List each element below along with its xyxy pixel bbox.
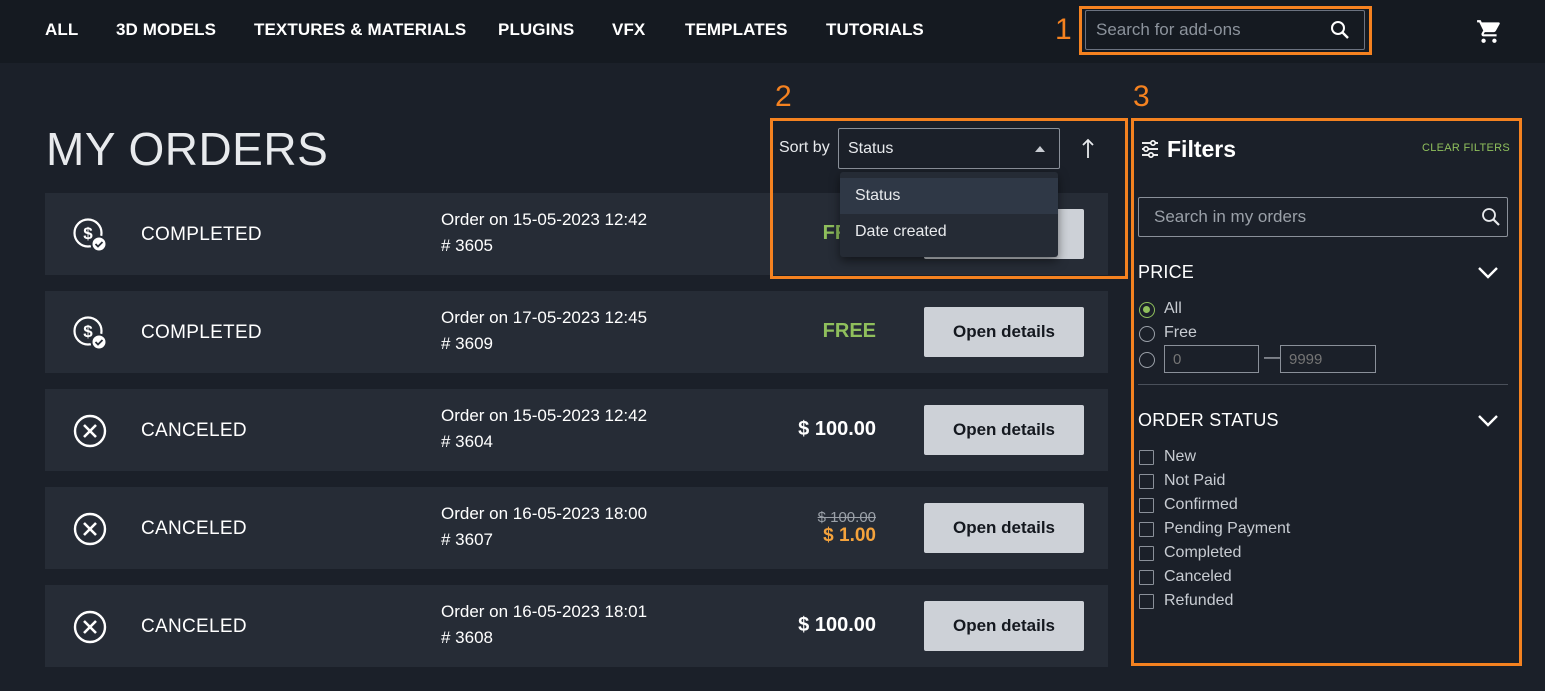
order-number: # 3604 [441, 432, 493, 451]
nav-item-plugins[interactable]: PLUGINS [498, 20, 574, 40]
order-status: COMPLETED [141, 322, 262, 343]
nav-item-templates[interactable]: TEMPLATES [685, 20, 788, 40]
chevron-down-icon[interactable] [1477, 266, 1499, 280]
order-row: CANCELED Order on 16-05-2023 18:00 # 360… [45, 487, 1108, 569]
chevron-down-icon[interactable] [1477, 414, 1499, 428]
annotation-number-2: 2 [775, 80, 792, 113]
filters-title: Filters [1167, 136, 1237, 162]
cancel-circle-icon [73, 610, 107, 644]
status-option-label: Completed [1164, 544, 1242, 561]
nav-item-textures-materials[interactable]: TEXTURES & MATERIALS [254, 20, 466, 40]
order-date: Order on 16-05-2023 18:00 [441, 504, 648, 523]
order-price: FREE [822, 320, 876, 342]
nav-item-3d-models[interactable]: 3D MODELS [116, 20, 216, 40]
annotation-box-1 [1079, 6, 1372, 55]
order-number: # 3607 [441, 530, 493, 549]
clear-filters-link[interactable]: CLEAR FILTERS [1422, 142, 1510, 154]
section-divider [1138, 384, 1508, 385]
order-status: CANCELED [141, 420, 247, 441]
nav-item-tutorials[interactable]: TUTORIALS [826, 20, 924, 40]
order-row: $ COMPLETED Order on 17-05-2023 12:45 # … [45, 291, 1108, 373]
price-radio-range[interactable] [1139, 352, 1155, 368]
price-radio-all[interactable] [1139, 302, 1155, 318]
price-min-input[interactable] [1164, 345, 1259, 373]
price-radio-free[interactable] [1139, 326, 1155, 342]
status-checkbox-new[interactable] [1139, 450, 1154, 465]
range-separator: — [1264, 349, 1280, 366]
status-option-label: Pending Payment [1164, 520, 1291, 537]
order-date: Order on 15-05-2023 12:42 [441, 210, 648, 229]
status-option-label: Refunded [1164, 592, 1234, 609]
cart-icon[interactable] [1476, 18, 1502, 44]
orders-search-box [1138, 197, 1508, 237]
cancel-circle-icon [73, 512, 107, 546]
orders-search-input[interactable] [1154, 198, 1474, 236]
order-status-section-title: ORDER STATUS [1138, 410, 1279, 430]
status-option-label: Confirmed [1164, 496, 1238, 513]
dollar-check-icon: $ [73, 316, 108, 351]
status-option-label: Not Paid [1164, 472, 1226, 489]
status-checkbox-refunded[interactable] [1139, 594, 1154, 609]
status-checkbox-pending-payment[interactable] [1139, 522, 1154, 537]
order-number: # 3605 [441, 236, 493, 255]
order-status: CANCELED [141, 518, 247, 539]
annotation-number-3: 3 [1133, 80, 1150, 113]
search-icon[interactable] [1481, 207, 1501, 227]
order-status: COMPLETED [141, 224, 262, 245]
price-max-input[interactable] [1280, 345, 1376, 373]
order-row: CANCELED Order on 15-05-2023 12:42 # 360… [45, 389, 1108, 471]
order-date: Order on 16-05-2023 18:01 [441, 602, 648, 621]
status-checkbox-not-paid[interactable] [1139, 474, 1154, 489]
open-details-button[interactable]: Open details [924, 307, 1084, 357]
order-number: # 3609 [441, 334, 493, 353]
annotation-box-2 [770, 118, 1128, 279]
open-details-button[interactable]: Open details [924, 601, 1084, 651]
annotation-number-1: 1 [1055, 13, 1072, 46]
status-checkbox-confirmed[interactable] [1139, 498, 1154, 513]
price-option-label: Free [1164, 324, 1197, 341]
order-number: # 3608 [441, 628, 493, 647]
status-checkbox-completed[interactable] [1139, 546, 1154, 561]
dollar-check-icon: $ [73, 218, 108, 253]
order-price: $ 100.00 [798, 418, 876, 440]
status-checkbox-canceled[interactable] [1139, 570, 1154, 585]
nav-item-vfx[interactable]: VFX [612, 20, 645, 40]
price-section-title: PRICE [1138, 262, 1195, 282]
cancel-circle-icon [73, 414, 107, 448]
order-row: CANCELED Order on 16-05-2023 18:01 # 360… [45, 585, 1108, 667]
order-date: Order on 17-05-2023 12:45 [441, 308, 648, 327]
order-price: $ 100.00 [798, 614, 876, 636]
status-option-label: Canceled [1164, 568, 1232, 585]
order-date: Order on 15-05-2023 12:42 [441, 406, 648, 425]
order-original-price: $ 100.00 [817, 509, 876, 526]
nav-item-all[interactable]: ALL [45, 20, 78, 40]
page-title: MY ORDERS [46, 123, 329, 175]
order-discount-price: $ 1.00 [823, 525, 876, 546]
order-status: CANCELED [141, 616, 247, 637]
filter-sliders-icon [1142, 140, 1158, 158]
price-option-label: All [1164, 300, 1182, 317]
open-details-button[interactable]: Open details [924, 405, 1084, 455]
open-details-button[interactable]: Open details [924, 503, 1084, 553]
status-option-label: New [1164, 448, 1197, 465]
